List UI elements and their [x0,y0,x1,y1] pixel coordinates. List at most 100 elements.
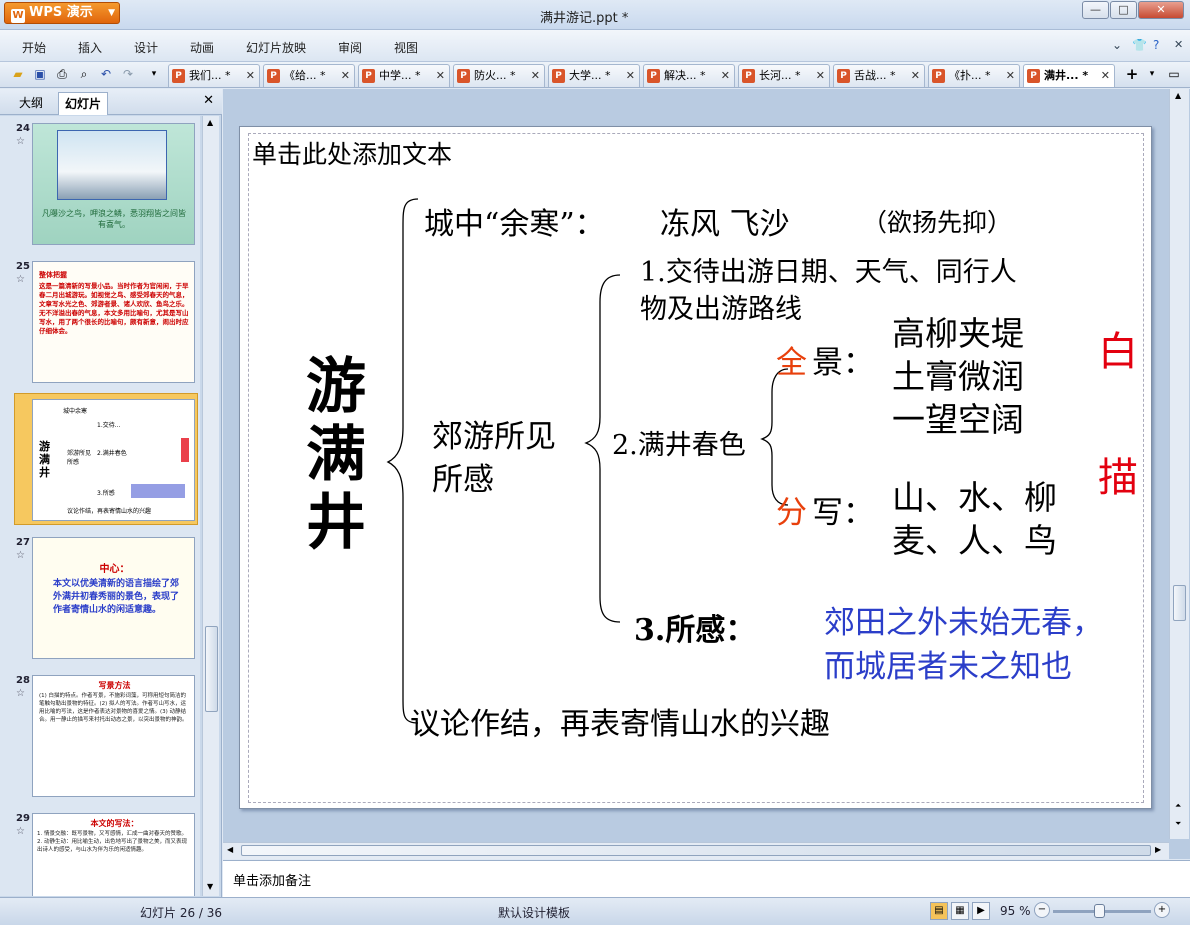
item3-label: 3.所感： [634,613,756,648]
scroll-up-icon[interactable]: ▲ [1175,91,1181,100]
tab-close-icon[interactable]: ✕ [626,65,635,86]
scene-line: 高柳夹堤 [892,314,1024,353]
menu-design[interactable]: 设计 [134,39,158,56]
tab-close-icon[interactable]: ✕ [911,65,920,86]
fen-char: 分 [776,495,807,531]
chevron-down-icon[interactable]: ⌄ [1112,38,1122,52]
slide-sorter-icon[interactable]: ▦ [951,902,969,920]
scroll-left-icon[interactable]: ◀ [227,845,233,854]
scroll-up-icon[interactable]: ▲ [207,118,213,127]
help-icon[interactable]: ? [1153,38,1159,52]
open-icon[interactable]: ▰ [10,66,26,82]
menu-slideshow[interactable]: 幻灯片放映 [246,39,306,56]
tab-close-icon[interactable]: ✕ [341,65,350,86]
slide-thumbnail[interactable]: 凡曝沙之鸟，呷浪之鳞，悉羽翔皆之间皆有喜气。 [32,123,195,245]
print-preview-icon[interactable]: ⌕ [76,66,92,82]
doc-tab[interactable]: P 防火... * ✕ [453,64,545,87]
doc-tab-active[interactable]: P 满井... * ✕ [1023,64,1115,87]
tab-close-icon[interactable]: ✕ [1006,65,1015,86]
doc-tab[interactable]: P 《给... * ✕ [263,64,355,87]
menu-view[interactable]: 视图 [394,39,418,56]
scroll-down-icon[interactable]: ▼ [207,882,213,891]
slideshow-icon[interactable]: ▶ [972,902,990,920]
doc-tab[interactable]: P 舌战... * ✕ [833,64,925,87]
notes-placeholder[interactable]: 单击添加备注 [233,870,311,889]
redo-icon[interactable]: ↷ [120,66,136,82]
scroll-thumb[interactable] [241,845,1151,856]
detail-line: 山、水、柳 [892,478,1057,517]
suburb-label-line2: 所感 [432,462,494,498]
print-icon[interactable]: ⎙ [54,66,70,82]
item2-label: 2.满井春色 [612,430,746,461]
doc-tab[interactable]: P 解决... * ✕ [643,64,735,87]
tab-close-icon[interactable]: ✕ [436,65,445,86]
tab-close-icon[interactable]: ✕ [531,65,540,86]
doc-tab[interactable]: P 《扑... * ✕ [928,64,1020,87]
zoom-slider-knob[interactable] [1094,904,1105,918]
undo-icon[interactable]: ↶ [98,66,114,82]
slide-horizontal-scrollbar[interactable]: ◀ ▶ [223,842,1169,859]
thumbnails-scrollbar[interactable]: ▲ ▼ [202,116,219,896]
normal-view-icon[interactable]: ▤ [930,902,948,920]
menu-home[interactable]: 开始 [22,39,46,56]
customize-toolbar-icon[interactable]: ▾ [146,66,162,82]
slide-main-title: 游满井 [306,352,366,558]
slide-thumbnail[interactable]: 写景方法 (1) 白描的特点。作者写景，不施彩词藻，可称用短句简洁的笔触勾勒出景… [32,675,195,797]
transition-star-icon: ☆ [16,274,25,285]
status-bar: 幻灯片 26 / 36 默认设计模板 ▤ ▦ ▶ 95 % − + [0,897,1190,925]
menu-bar: 开始 插入 设计 动画 幻灯片放映 审阅 视图 ⌄ 👕 ? ✕ [0,30,1190,62]
scroll-thumb[interactable] [205,626,218,712]
doc-tab[interactable]: P 中学... * ✕ [358,64,450,87]
slide-thumbnail-selected[interactable]: 游满井 城中余寒 郊游所见所感 1.交待... 2.满井春色 3.所感 议论作结… [14,393,198,525]
prev-slide-icon[interactable]: ⏶ [1175,801,1181,811]
tab-close-icon[interactable]: ✕ [721,65,730,86]
doc-tab[interactable]: P 我们... * ✕ [168,64,260,87]
slide-thumbnail[interactable]: 本文的写法： 1. 情景交融：既写景物，又写感情，汇成一曲对春天的赞歌。2. 动… [32,813,195,896]
close-icon[interactable]: ✕ [203,93,214,108]
minimize-button[interactable]: — [1082,1,1109,19]
current-slide[interactable]: 单击此处添加文本 游满井 城中“余寒”： 冻风 飞沙 （欲扬先抑） 1.交待出游… [239,126,1152,809]
skin-icon[interactable]: 👕 [1132,38,1147,52]
placeholder-text[interactable]: 单击此处添加文本 [252,135,452,171]
suburb-label-line1: 郊游所见 [432,419,556,455]
tab-slides[interactable]: 幻灯片 [58,92,108,115]
conclusion-text: 议论作结，再表寄情山水的兴趣 [410,707,830,742]
close-doc-icon[interactable]: ✕ [1174,38,1183,51]
tab-list-icon[interactable]: ▭ [1166,66,1182,82]
transition-star-icon: ☆ [16,826,25,837]
menu-animation[interactable]: 动画 [190,39,214,56]
slide-number: 25 [16,261,30,272]
slide-thumbnail[interactable]: 中心： 本文以优美清新的语言描绘了郊外满井初春秀丽的景色，表现了作者寄情山水的闲… [32,537,195,659]
menu-review[interactable]: 审阅 [338,39,362,56]
quick-toolbar: ▰ ▣ ⎙ ⌕ ↶ ↷ ▾ P 我们... * ✕ P 《给... * ✕ P 中学...… [0,62,1190,88]
notes-pane[interactable]: 单击添加备注 [223,860,1190,897]
zoom-in-icon[interactable]: + [1154,902,1170,918]
slide-number: 29 [16,813,30,824]
close-button[interactable]: ✕ [1138,1,1184,19]
next-slide-icon[interactable]: ⏷ [1175,819,1181,829]
doc-tab[interactable]: P 长河... * ✕ [738,64,830,87]
doc-tab[interactable]: P 大学... * ✕ [548,64,640,87]
maximize-button[interactable]: □ [1110,1,1137,19]
save-icon[interactable]: ▣ [32,66,48,82]
scroll-right-icon[interactable]: ▶ [1155,845,1161,854]
app-menu-button[interactable]: W WPS 演示 ▼ [4,2,120,24]
menu-insert[interactable]: 插入 [78,39,102,56]
slide-number: 28 [16,675,30,686]
window-title: 满井游记.ppt * [540,11,629,26]
new-tab-icon[interactable]: + [1124,66,1140,82]
tab-outline[interactable]: 大纲 [6,92,56,115]
scroll-thumb[interactable] [1173,585,1186,621]
scene-brace [760,368,789,506]
item1-line1: 1.交待出游日期、天气、同行人 [640,257,1017,288]
quote-line: 郊田之外未始无春， [824,605,1103,641]
scene-line: 一望空阔 [892,400,1024,439]
tab-close-icon[interactable]: ✕ [1101,65,1110,86]
slide-thumbnail[interactable]: 整体把握 这是一篇清新的写景小品。当时作者为官闲闲，于早春二月出城游玩。如视觉之… [32,261,195,383]
slide-vertical-scrollbar[interactable]: ▲ ⏶ ⏷ [1169,89,1189,839]
city-cold-detail: 冻风 飞沙 [660,207,790,242]
tab-close-icon[interactable]: ✕ [816,65,825,86]
zoom-out-icon[interactable]: − [1034,902,1050,918]
chevron-down-icon[interactable]: ▾ [1144,66,1160,82]
tab-close-icon[interactable]: ✕ [246,65,255,86]
